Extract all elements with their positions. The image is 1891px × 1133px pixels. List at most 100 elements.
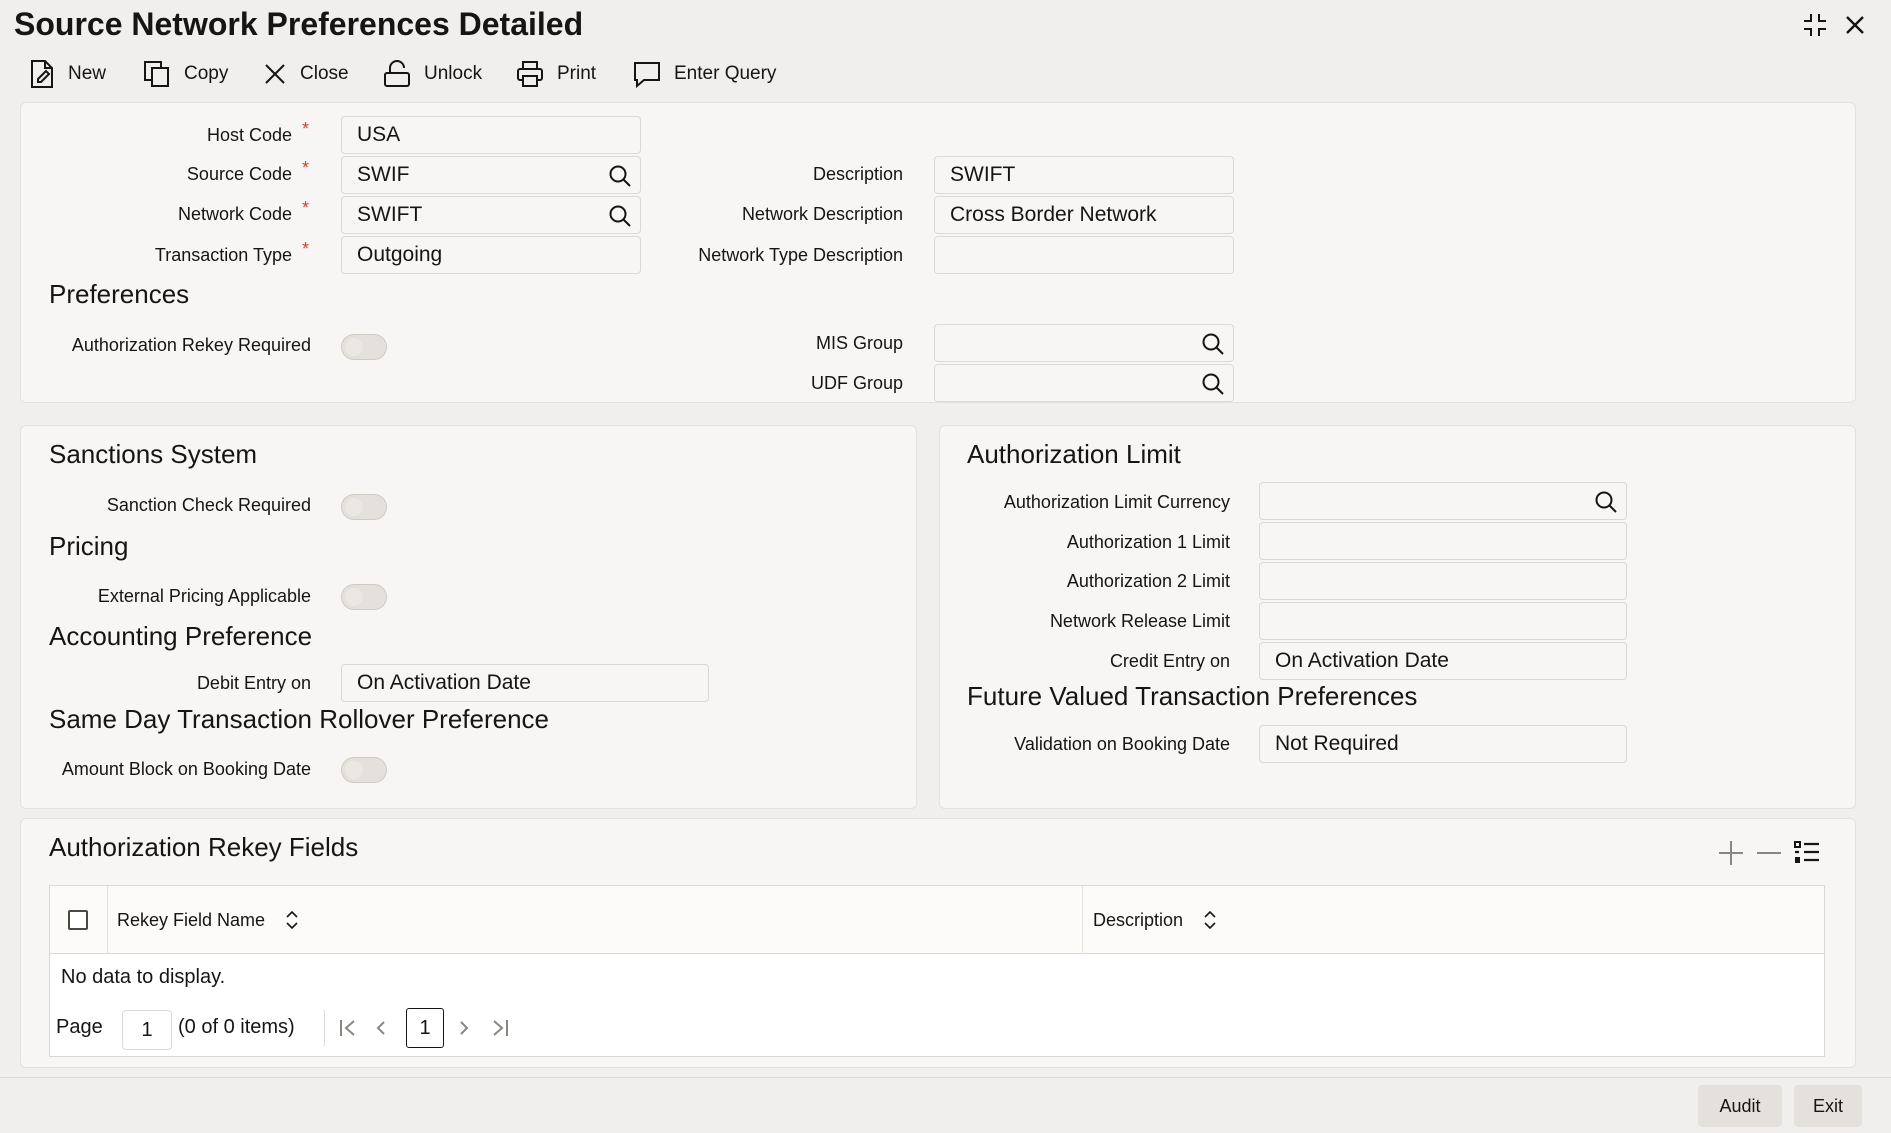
print-button[interactable]: Print	[515, 54, 596, 94]
source-code-value: SWIF	[357, 163, 410, 186]
page-label: Page	[56, 1016, 103, 1038]
validation-field[interactable]: Not Required	[1259, 725, 1627, 763]
required-marker: *	[302, 119, 310, 139]
column-label: Rekey Field Name	[117, 909, 266, 930]
search-icon[interactable]	[1201, 372, 1225, 408]
toolbar: New Copy Close Unlock Print Enter Query	[0, 54, 1891, 94]
search-icon[interactable]	[608, 164, 632, 200]
search-icon[interactable]	[1201, 332, 1225, 368]
add-row-icon[interactable]	[1716, 838, 1746, 873]
auth-rekey-toggle[interactable]	[341, 334, 387, 360]
no-data-message: No data to display.	[61, 966, 226, 988]
sort-icon[interactable]	[1203, 910, 1217, 930]
table-header: Rekey Field Name Description	[50, 886, 1824, 954]
audit-button[interactable]: Audit	[1698, 1085, 1782, 1127]
credit-entry-label: Credit Entry on	[1109, 651, 1230, 671]
network-description-label: Network Description	[741, 204, 903, 224]
future-valued-heading: Future Valued Transaction Preferences	[967, 681, 1418, 711]
required-marker: *	[302, 198, 310, 218]
column-label: Description	[1093, 909, 1184, 930]
copy-label: Copy	[184, 63, 229, 84]
accounting-heading: Accounting Preference	[49, 621, 313, 651]
network-type-description-label: Network Type Description	[698, 245, 903, 265]
column-header-description[interactable]: Description	[1093, 886, 1217, 954]
credit-entry-field[interactable]: On Activation Date	[1259, 642, 1627, 680]
host-code-label: Host Code	[206, 125, 292, 145]
network-description-field[interactable]: Cross Border Network	[934, 196, 1234, 234]
close-button[interactable]: Close	[262, 54, 349, 94]
left-panel	[20, 425, 917, 809]
auth1-limit-label: Authorization 1 Limit	[1066, 532, 1230, 552]
network-code-field[interactable]: SWIFT	[341, 196, 641, 234]
unlock-icon	[384, 60, 410, 87]
sanction-check-label: Sanction Check Required	[106, 495, 311, 515]
required-marker: *	[302, 239, 310, 259]
page-number-input[interactable]: 1	[122, 1010, 172, 1050]
udf-group-field[interactable]	[934, 364, 1234, 402]
network-code-value: SWIFT	[357, 203, 423, 226]
network-type-description-field[interactable]	[934, 236, 1234, 274]
rekey-fields-heading: Authorization Rekey Fields	[49, 832, 359, 862]
pagination: Page 1 (0 of 0 items) 1	[50, 1004, 1824, 1050]
columns-list-icon[interactable]	[1792, 838, 1822, 873]
debit-entry-label: Debit Entry on	[196, 673, 311, 693]
enter-query-button[interactable]: Enter Query	[632, 54, 776, 94]
window-title: Source Network Preferences Detailed	[14, 6, 584, 42]
first-page-icon[interactable]	[338, 1018, 358, 1044]
rekey-fields-table: Rekey Field Name Description No data to …	[49, 885, 1825, 1057]
amount-block-toggle[interactable]	[341, 757, 387, 783]
exit-button[interactable]: Exit	[1794, 1085, 1862, 1127]
query-icon	[634, 62, 660, 89]
description-label: Description	[812, 164, 903, 184]
enter-query-label: Enter Query	[674, 63, 777, 84]
copy-icon	[144, 61, 169, 87]
copy-button[interactable]: Copy	[142, 54, 228, 94]
remove-row-icon[interactable]	[1754, 838, 1784, 873]
unlock-button[interactable]: Unlock	[382, 54, 482, 94]
required-marker: *	[302, 158, 310, 178]
print-label: Print	[557, 63, 597, 84]
external-pricing-toggle[interactable]	[341, 584, 387, 610]
previous-page-icon[interactable]	[373, 1018, 389, 1044]
select-all-checkbox[interactable]	[68, 910, 88, 930]
source-code-field[interactable]: SWIF	[341, 156, 641, 194]
network-release-limit-label: Network Release Limit	[1049, 611, 1230, 631]
description-field[interactable]: SWIFT	[934, 156, 1234, 194]
search-icon[interactable]	[1594, 490, 1618, 526]
title-bar: Source Network Preferences Detailed	[0, 0, 1891, 48]
column-header-rekey-field-name[interactable]: Rekey Field Name	[117, 886, 299, 954]
auth-limit-heading: Authorization Limit	[967, 439, 1181, 469]
new-label: New	[68, 63, 107, 84]
auth-rekey-label: Authorization Rekey Required	[71, 335, 311, 355]
auth1-limit-field[interactable]	[1259, 522, 1627, 560]
auth2-limit-label: Authorization 2 Limit	[1066, 571, 1230, 591]
mis-group-field[interactable]	[934, 324, 1234, 362]
current-page[interactable]: 1	[406, 1008, 444, 1048]
new-button[interactable]: New	[28, 54, 106, 94]
transaction-type-field[interactable]: Outgoing	[341, 236, 641, 274]
close-icon	[265, 64, 285, 84]
collapse-icon[interactable]	[1800, 10, 1830, 45]
auth2-limit-field[interactable]	[1259, 562, 1627, 600]
last-page-icon[interactable]	[490, 1018, 510, 1044]
debit-entry-field[interactable]: On Activation Date	[341, 664, 709, 702]
sanction-check-toggle[interactable]	[341, 494, 387, 520]
sort-icon[interactable]	[285, 910, 299, 930]
close-label: Close	[300, 63, 349, 84]
preferences-heading: Preferences	[49, 279, 190, 309]
close-window-icon[interactable]	[1840, 10, 1870, 45]
network-release-limit-field[interactable]	[1259, 602, 1627, 640]
auth-limit-currency-field[interactable]	[1259, 482, 1627, 520]
auth-limit-currency-label: Authorization Limit Currency	[1003, 492, 1230, 512]
new-document-icon	[31, 60, 53, 88]
sanctions-heading: Sanctions System	[49, 439, 258, 469]
host-code-field[interactable]: USA	[341, 116, 641, 154]
pricing-heading: Pricing	[49, 531, 129, 561]
footer-divider	[0, 1077, 1891, 1078]
printer-icon	[517, 61, 543, 87]
transaction-type-label: Transaction Type	[154, 245, 292, 265]
mis-group-label: MIS Group	[815, 333, 903, 353]
next-page-icon[interactable]	[456, 1018, 472, 1044]
search-icon[interactable]	[608, 204, 632, 240]
network-code-label: Network Code	[177, 204, 292, 224]
